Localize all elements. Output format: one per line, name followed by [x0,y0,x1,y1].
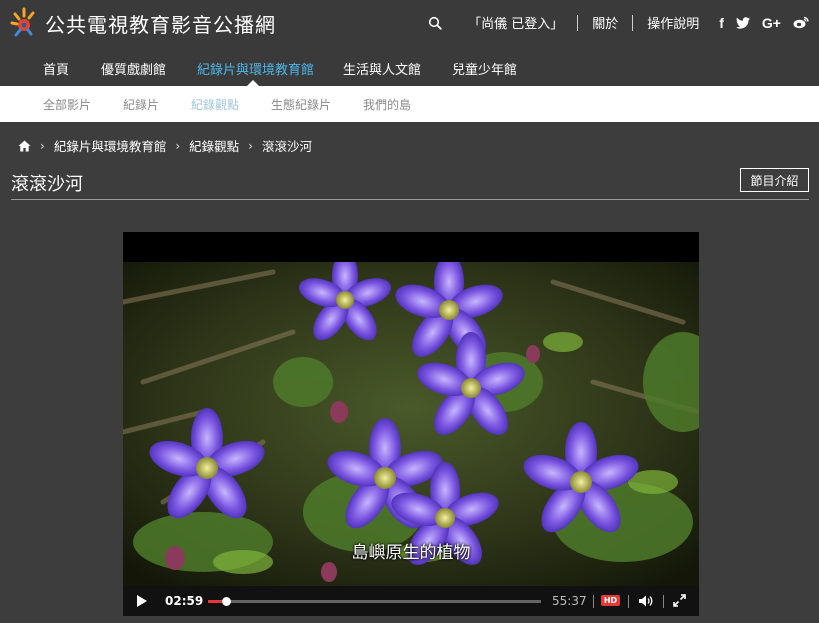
sub-nav: 全部影片 紀錄片 紀錄觀點 生態紀錄片 我們的島 [0,86,819,122]
chevron-right-icon: › [248,138,253,153]
breadcrumb-item-hall[interactable]: 紀錄片與環境教育館 [54,136,167,155]
pts-logo-icon[interactable] [9,4,43,40]
user-status[interactable]: 「尚儀 已登入」 [468,13,563,32]
video-player[interactable]: 島嶼原生的植物 02:59 55:37 HD [123,232,699,616]
progress-bar[interactable] [208,597,541,606]
title-divider [11,199,809,200]
about-link[interactable]: 關於 [592,13,618,32]
facebook-icon[interactable]: f [719,15,724,31]
main-nav-item-life-culture[interactable]: 生活與人文館 [343,59,421,78]
play-icon[interactable] [137,595,147,607]
weibo-icon[interactable] [793,16,809,29]
sub-nav-item-all[interactable]: 全部影片 [43,96,91,113]
sub-nav-item-our-island[interactable]: 我們的島 [363,96,411,113]
breadcrumb-item-current: 滾滾沙河 [261,139,312,154]
site-title[interactable]: 公共電視教育影音公播網 [45,9,276,38]
breadcrumb-item-category[interactable]: 紀錄觀點 [189,136,239,155]
chevron-right-icon: › [175,138,181,153]
volume-icon[interactable] [638,594,654,608]
total-time: 55:37 [552,594,587,608]
divider [632,14,634,31]
hd-toggle[interactable]: HD [601,595,620,606]
page-title: 滾滾沙河 [11,174,83,195]
breadcrumb: › 紀錄片與環境教育館 › 紀錄觀點 › 滾滾沙河 [18,136,312,155]
sub-nav-item-viewpoint[interactable]: 紀錄觀點 [191,96,239,113]
divider [663,595,664,608]
divider [593,595,594,608]
chevron-right-icon: › [40,138,45,153]
sub-nav-item-ecology[interactable]: 生態紀錄片 [271,96,331,113]
home-icon[interactable] [18,140,31,152]
video-subtitle: 島嶼原生的植物 [351,543,471,563]
divider [628,595,629,608]
player-controls: 02:59 55:37 HD [123,586,699,616]
fullscreen-icon[interactable] [673,594,686,607]
main-nav: 首頁 優質戲劇館 紀錄片與環境教育館 生活與人文館 兒童少年館 [0,46,819,86]
twitter-icon[interactable] [735,16,750,29]
search-icon[interactable] [428,16,442,30]
main-nav-item-drama[interactable]: 優質戲劇館 [101,59,166,78]
social-links: f G+ [719,15,809,31]
main-nav-item-kids[interactable]: 兒童少年館 [452,59,517,78]
main-nav-item-home[interactable]: 首頁 [43,59,69,78]
progress-handle[interactable] [221,597,231,606]
divider [577,14,579,31]
help-link[interactable]: 操作說明 [647,13,699,32]
top-bar: 公共電視教育影音公播網 「尚儀 已登入」 關於 操作說明 f G+ [0,0,819,46]
sub-nav-item-documentary[interactable]: 紀錄片 [123,96,159,113]
header-actions: 「尚儀 已登入」 關於 操作說明 f G+ [428,13,809,32]
current-time: 02:59 [165,594,204,608]
program-intro-button[interactable]: 節目介紹 [740,168,809,192]
main-nav-item-documentary[interactable]: 紀錄片與環境教育館 [197,59,314,78]
google-plus-icon[interactable]: G+ [762,15,781,31]
